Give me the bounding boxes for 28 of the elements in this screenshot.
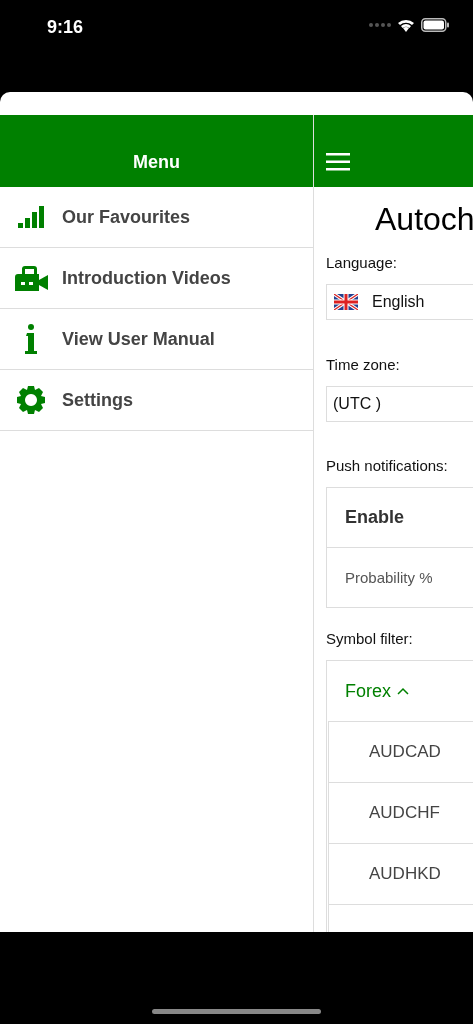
cellular-signal-icon bbox=[369, 23, 391, 27]
menu-icon[interactable] bbox=[326, 153, 350, 171]
time-zone-select[interactable]: (UTC ) bbox=[326, 386, 473, 422]
forex-group-toggle[interactable]: Forex bbox=[345, 680, 409, 702]
symbol-item[interactable]: AUDCAD bbox=[329, 721, 473, 782]
signal-bars-icon bbox=[17, 206, 45, 228]
settings-icon bbox=[17, 386, 45, 414]
wifi-icon bbox=[397, 18, 415, 32]
field-label: Symbol filter: bbox=[326, 630, 413, 647]
page-title: Autoch bbox=[374, 201, 473, 238]
probability-label[interactable]: Probability % bbox=[345, 569, 433, 586]
flag-icon bbox=[334, 294, 358, 310]
symbol-item[interactable]: AUDCHF bbox=[329, 782, 473, 843]
menu-item[interactable]: Settings bbox=[0, 370, 313, 431]
field-label: Language: bbox=[326, 254, 397, 271]
field-label: Push notifications: bbox=[326, 457, 448, 474]
symbol-item[interactable]: AUDHKD bbox=[329, 843, 473, 904]
field-label: Time zone: bbox=[326, 356, 400, 373]
info-icon bbox=[24, 324, 38, 354]
language-select[interactable]: English bbox=[326, 284, 473, 320]
menu-title: Menu bbox=[133, 152, 180, 173]
menu-item[interactable]: View User Manual bbox=[0, 309, 313, 370]
enable-toggle-label[interactable]: Enable bbox=[345, 507, 405, 528]
clock-time: 9:16 bbox=[47, 17, 84, 38]
menu-item[interactable]: Our Favourites bbox=[0, 187, 313, 248]
battery-icon bbox=[421, 18, 449, 32]
menu-item[interactable]: Introduction Videos bbox=[0, 248, 313, 309]
video-camera-icon bbox=[14, 265, 48, 291]
